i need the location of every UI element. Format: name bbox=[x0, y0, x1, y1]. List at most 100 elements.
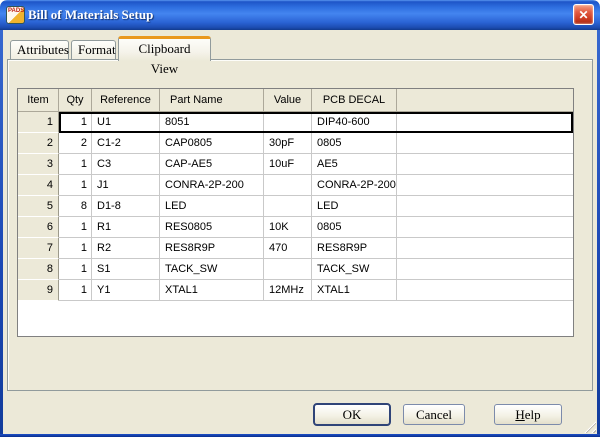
ok-button[interactable]: OK bbox=[313, 403, 391, 426]
qty-cell[interactable]: 1 bbox=[59, 217, 92, 238]
part-name-cell[interactable]: CAP-AE5 bbox=[160, 154, 264, 175]
table-row[interactable]: 71R2RES8R9P470RES8R9P bbox=[18, 238, 573, 259]
column-header-value[interactable]: Value bbox=[264, 89, 312, 111]
reference-cell[interactable]: D1-8 bbox=[92, 196, 160, 217]
column-header-item[interactable]: Item bbox=[18, 89, 59, 111]
row-number-cell[interactable]: 5 bbox=[18, 196, 59, 217]
value-cell[interactable]: 470 bbox=[264, 238, 312, 259]
pcb-decal-cell[interactable]: RES8R9P bbox=[312, 238, 397, 259]
table-row[interactable]: 22C1-2CAP080530pF0805 bbox=[18, 133, 573, 154]
pcb-decal-cell[interactable]: 0805 bbox=[312, 217, 397, 238]
value-cell[interactable]: 30pF bbox=[264, 133, 312, 154]
bom-table[interactable]: Item Qty Reference Part Name Value PCB D… bbox=[17, 88, 574, 337]
qty-cell[interactable]: 1 bbox=[59, 175, 92, 196]
part-name-cell[interactable]: RES8R9P bbox=[160, 238, 264, 259]
pcb-decal-cell[interactable]: TACK_SW bbox=[312, 259, 397, 280]
part-name-cell[interactable]: TACK_SW bbox=[160, 259, 264, 280]
part-name-cell[interactable]: LED bbox=[160, 196, 264, 217]
table-row[interactable]: 41J1CONRA-2P-200CONRA-2P-200 bbox=[18, 175, 573, 196]
column-header-qty[interactable]: Qty bbox=[59, 89, 92, 111]
extra-cell[interactable] bbox=[397, 280, 573, 301]
tab-format[interactable]: Format bbox=[71, 40, 116, 59]
reference-cell[interactable]: J1 bbox=[92, 175, 160, 196]
pcb-decal-cell[interactable]: AE5 bbox=[312, 154, 397, 175]
qty-cell[interactable]: 1 bbox=[59, 280, 92, 301]
pcb-decal-cell[interactable]: 0805 bbox=[312, 133, 397, 154]
reference-cell[interactable]: R2 bbox=[92, 238, 160, 259]
window-title: Bill of Materials Setup bbox=[28, 7, 153, 23]
row-number-cell[interactable]: 8 bbox=[18, 259, 59, 280]
tab-clipboard-view[interactable]: Clipboard View bbox=[118, 36, 211, 61]
close-icon: ✕ bbox=[578, 8, 588, 22]
titlebar[interactable]: PADS Bill of Materials Setup ✕ bbox=[0, 0, 600, 30]
reference-cell[interactable]: R1 bbox=[92, 217, 160, 238]
qty-cell[interactable]: 1 bbox=[59, 259, 92, 280]
help-button[interactable]: Help bbox=[494, 404, 562, 425]
row-number-cell[interactable]: 7 bbox=[18, 238, 59, 259]
column-header-reference[interactable]: Reference bbox=[92, 89, 160, 111]
row-data: 2C1-2CAP080530pF0805 bbox=[59, 133, 573, 154]
pcb-decal-cell[interactable]: CONRA-2P-200 bbox=[312, 175, 397, 196]
table-row[interactable]: 91Y1XTAL112MHzXTAL1 bbox=[18, 280, 573, 301]
table-row[interactable]: 11U18051DIP40-600 bbox=[18, 112, 573, 133]
table-body: 11U18051DIP40-60022C1-2CAP080530pF080531… bbox=[18, 112, 573, 301]
reference-cell[interactable]: C1-2 bbox=[92, 133, 160, 154]
row-number-cell[interactable]: 1 bbox=[18, 112, 59, 133]
reference-cell[interactable]: C3 bbox=[92, 154, 160, 175]
value-cell[interactable]: 12MHz bbox=[264, 280, 312, 301]
pcb-decal-cell[interactable]: LED bbox=[312, 196, 397, 217]
window-border-left bbox=[0, 30, 3, 437]
qty-cell[interactable]: 2 bbox=[59, 133, 92, 154]
value-cell[interactable] bbox=[264, 259, 312, 280]
row-data: 1U18051 DIP40-600 bbox=[59, 112, 573, 133]
part-name-cell[interactable]: RES0805 bbox=[160, 217, 264, 238]
part-name-cell[interactable]: CONRA-2P-200 bbox=[160, 175, 264, 196]
qty-cell[interactable]: 1 bbox=[59, 112, 92, 133]
extra-cell[interactable] bbox=[397, 259, 573, 280]
row-number-cell[interactable]: 4 bbox=[18, 175, 59, 196]
pcb-decal-cell[interactable]: XTAL1 bbox=[312, 280, 397, 301]
part-name-cell[interactable]: 8051 bbox=[160, 112, 264, 133]
column-header-extra[interactable] bbox=[397, 89, 573, 111]
row-number-cell[interactable]: 6 bbox=[18, 217, 59, 238]
extra-cell[interactable] bbox=[397, 133, 573, 154]
row-number-cell[interactable]: 2 bbox=[18, 133, 59, 154]
extra-cell[interactable] bbox=[397, 112, 573, 133]
table-header-row: Item Qty Reference Part Name Value PCB D… bbox=[18, 89, 573, 112]
close-button[interactable]: ✕ bbox=[573, 4, 594, 25]
table-row[interactable]: 31C3CAP-AE510uFAE5 bbox=[18, 154, 573, 175]
value-cell[interactable] bbox=[264, 112, 312, 133]
reference-cell[interactable]: U1 bbox=[92, 112, 160, 133]
row-data: 1R2RES8R9P470RES8R9P bbox=[59, 238, 573, 259]
qty-cell[interactable]: 1 bbox=[59, 238, 92, 259]
value-cell[interactable]: 10uF bbox=[264, 154, 312, 175]
cancel-button[interactable]: Cancel bbox=[403, 404, 465, 425]
part-name-cell[interactable]: CAP0805 bbox=[160, 133, 264, 154]
value-cell[interactable] bbox=[264, 175, 312, 196]
extra-cell[interactable] bbox=[397, 154, 573, 175]
extra-cell[interactable] bbox=[397, 217, 573, 238]
tab-attributes[interactable]: Attributes bbox=[10, 40, 69, 59]
row-data: 1C3CAP-AE510uFAE5 bbox=[59, 154, 573, 175]
table-row[interactable]: 58D1-8LEDLED bbox=[18, 196, 573, 217]
pads-logo-icon: PADS bbox=[7, 7, 24, 23]
qty-cell[interactable]: 8 bbox=[59, 196, 92, 217]
extra-cell[interactable] bbox=[397, 175, 573, 196]
table-row[interactable]: 81S1TACK_SWTACK_SW bbox=[18, 259, 573, 280]
extra-cell[interactable] bbox=[397, 238, 573, 259]
row-data: 1J1CONRA-2P-200CONRA-2P-200 bbox=[59, 175, 573, 196]
value-cell[interactable]: 10K bbox=[264, 217, 312, 238]
extra-cell[interactable] bbox=[397, 196, 573, 217]
row-number-cell[interactable]: 3 bbox=[18, 154, 59, 175]
part-name-cell[interactable]: XTAL1 bbox=[160, 280, 264, 301]
qty-cell[interactable]: 1 bbox=[59, 154, 92, 175]
value-cell[interactable] bbox=[264, 196, 312, 217]
reference-cell[interactable]: S1 bbox=[92, 259, 160, 280]
resize-grip-icon[interactable] bbox=[583, 420, 596, 433]
row-number-cell[interactable]: 9 bbox=[18, 280, 59, 301]
column-header-pcb-decal[interactable]: PCB DECAL bbox=[312, 89, 397, 111]
pcb-decal-cell[interactable]: DIP40-600 bbox=[312, 112, 397, 133]
column-header-part-name[interactable]: Part Name bbox=[160, 89, 264, 111]
table-row[interactable]: 61R1RES080510K0805 bbox=[18, 217, 573, 238]
reference-cell[interactable]: Y1 bbox=[92, 280, 160, 301]
